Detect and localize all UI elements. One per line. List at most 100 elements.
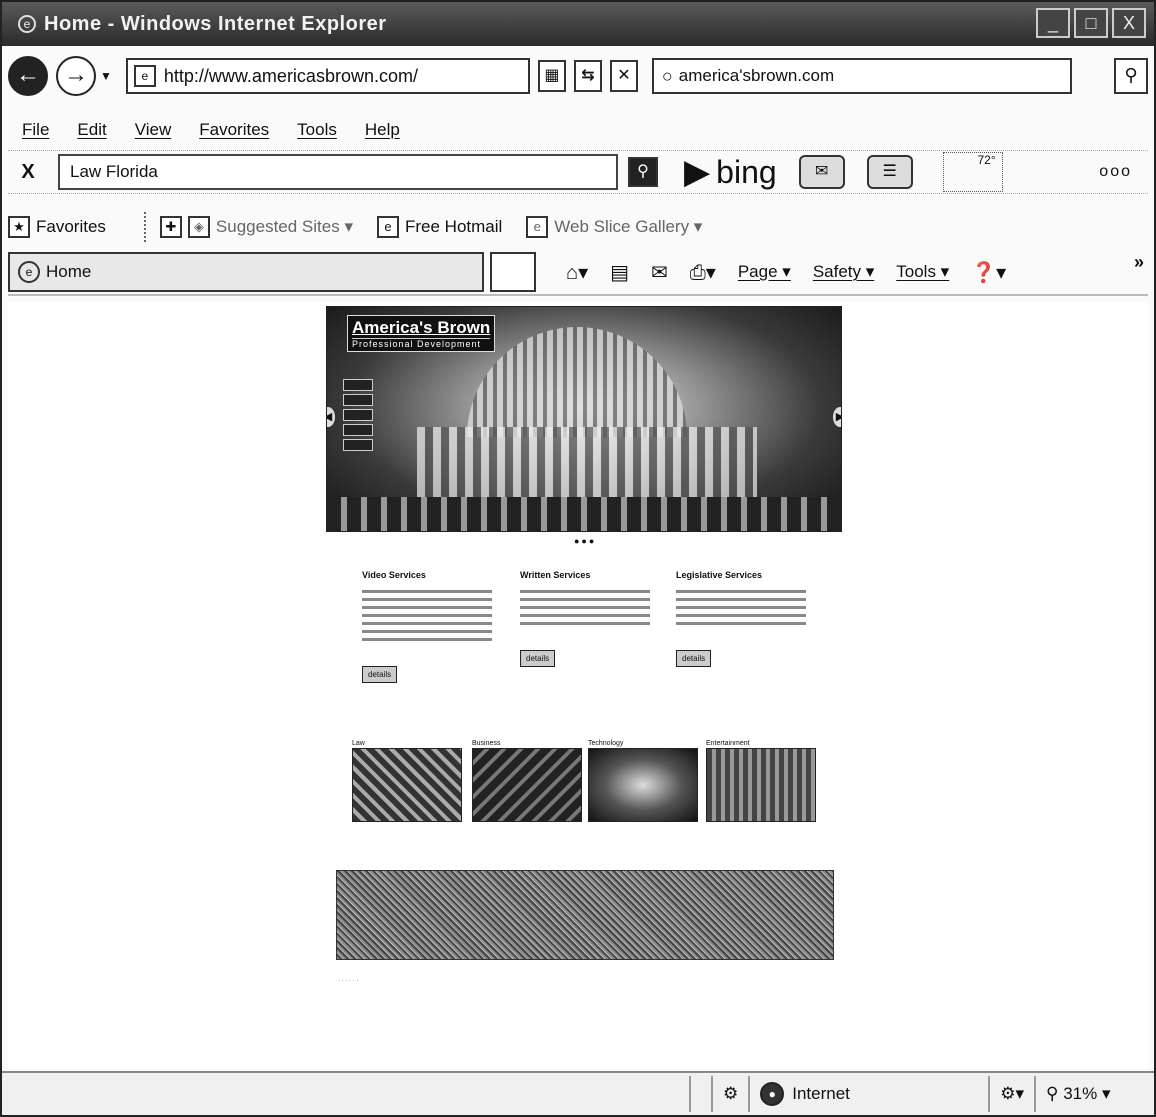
more-commands-chevron-icon[interactable]: » (1134, 252, 1144, 273)
search-icon[interactable]: ⚲ (1114, 58, 1148, 94)
compatibility-view-icon[interactable]: ▦ (537, 60, 566, 92)
text-line (520, 606, 650, 609)
hero-nav-item[interactable] (343, 394, 373, 406)
tab-home[interactable]: e Home (8, 252, 484, 292)
text-line (362, 630, 492, 633)
free-hotmail-link[interactable]: e Free Hotmail (376, 216, 502, 238)
menu-tools[interactable]: Tools (297, 120, 337, 140)
status-cell: ⚙ (710, 1076, 748, 1112)
stop-icon[interactable]: ✕ (609, 60, 638, 92)
service-column-written: Written Services details (520, 570, 650, 667)
history-dropdown-icon[interactable]: ▼ (100, 69, 112, 83)
tab-page-icon: e (18, 261, 40, 283)
favorites-button[interactable]: ★ Favorites (8, 216, 106, 238)
service-title: Legislative Services (676, 570, 763, 580)
minimize-button[interactable]: _ (1036, 8, 1070, 38)
service-details-button[interactable]: details (676, 650, 712, 667)
close-button[interactable]: X (1112, 8, 1146, 38)
addon-icon[interactable]: ⚙ (723, 1084, 738, 1104)
text-line (520, 590, 650, 593)
bing-search-input[interactable]: Law Florida (58, 154, 618, 190)
tools-menu[interactable]: Tools ▾ (896, 262, 949, 282)
title-bar: e Home - Windows Internet Explorer _ □ X (2, 2, 1154, 46)
text-line (676, 622, 806, 625)
capitol-dome (467, 327, 687, 437)
text-line (362, 622, 492, 625)
menu-help[interactable]: Help (365, 120, 400, 140)
zoom-icon: ⚲ (1046, 1084, 1059, 1103)
add-favorite-icon[interactable]: ✚ (159, 216, 182, 238)
thumbnail-image[interactable] (588, 748, 698, 822)
window-title: Home - Windows Internet Explorer (44, 12, 387, 35)
thumb-label: Law (352, 740, 365, 747)
capitol-columns (417, 427, 757, 507)
text-line (520, 622, 650, 625)
menu-favorites[interactable]: Favorites (199, 120, 269, 140)
forward-button[interactable]: → (56, 56, 96, 96)
refresh-icon[interactable]: ⇆ (573, 60, 602, 92)
thumbnail-image[interactable] (352, 748, 462, 822)
bing-search-icon[interactable]: ⚲ (628, 157, 658, 187)
more-options-icon[interactable]: ooo (1099, 163, 1132, 181)
status-bar: ⚙ ● Internet ⚙▾ ⚲ 31% ▾ (2, 1071, 1154, 1115)
search-input[interactable]: ○ america'sbrown.com (651, 58, 1072, 94)
tab-home-label: Home (46, 262, 92, 281)
mail-icon[interactable]: ✉ (798, 155, 845, 189)
hero-nav-item[interactable] (343, 409, 373, 421)
command-bar: e Home ⌂▾ ▤ ✉ ⎙▾ Page ▾ Safety ▾ Tools ▾… (8, 250, 1148, 296)
feeds-icon[interactable]: ▤ (610, 260, 629, 285)
menu-edit[interactable]: Edit (77, 120, 106, 140)
new-tab-button[interactable] (490, 252, 536, 292)
bing-logo[interactable]: ▶ bing (684, 152, 777, 192)
suggested-sites-link[interactable]: ◈ Suggested Sites ▾ (187, 216, 353, 238)
site-logo[interactable]: America's Brown Professional Development (347, 315, 496, 352)
browser-window: e Home - Windows Internet Explorer _ □ X… (0, 0, 1156, 1117)
search-value: america'sbrown.com (678, 66, 835, 85)
protected-mode-cell[interactable]: ⚙▾ (988, 1076, 1034, 1112)
service-details-button[interactable]: details (362, 666, 398, 683)
safety-menu[interactable]: Safety ▾ (813, 262, 874, 282)
text-line (362, 598, 492, 601)
ie-logo-icon: e (18, 15, 36, 33)
service-title: Written Services (520, 570, 591, 580)
text-line (676, 590, 806, 593)
menu-bar: File Edit View Favorites Tools Help (22, 120, 400, 140)
slider-dots[interactable]: ●●● (574, 536, 596, 546)
address-bar[interactable]: e http://www.americasbrown.com/ (125, 58, 530, 94)
security-zone[interactable]: ● Internet (748, 1076, 988, 1112)
menu-view[interactable]: View (135, 120, 172, 140)
weather-icon[interactable]: 72° (942, 152, 1003, 192)
service-details-button[interactable]: details (520, 650, 556, 667)
zoom-control[interactable]: ⚲ 31% ▾ (1034, 1076, 1154, 1112)
page-menu[interactable]: Page ▾ (738, 262, 791, 282)
thumb-label: Entertainment (706, 740, 750, 747)
help-icon[interactable]: ❓▾ (971, 260, 1006, 285)
print-icon[interactable]: ⎙▾ (690, 260, 716, 285)
suggested-sites-label: Suggested Sites ▾ (215, 217, 353, 236)
hero-nav-item[interactable] (343, 379, 373, 391)
home-icon[interactable]: ⌂▾ (566, 260, 588, 285)
slider-next-icon[interactable]: ▶ (833, 407, 841, 427)
page-icon: e (133, 65, 156, 87)
text-line (520, 614, 650, 617)
menu-file[interactable]: File (22, 120, 49, 140)
service-column-video: Video Services details (362, 570, 492, 683)
text-line (362, 638, 492, 641)
hero-nav-item[interactable] (343, 439, 373, 451)
thumbnail-image[interactable] (706, 748, 816, 822)
hero-nav-item[interactable] (343, 424, 373, 436)
maximize-button[interactable]: □ (1074, 8, 1108, 38)
search-provider-icon: ○ (661, 65, 673, 86)
slider-prev-icon[interactable]: ◀ (327, 407, 335, 427)
close-toolbar-button[interactable]: X (8, 161, 48, 184)
text-line (520, 598, 650, 601)
thumb-label: Technology (588, 740, 624, 747)
web-slice-gallery-link[interactable]: e Web Slice Gallery ▾ (526, 216, 702, 238)
read-mail-icon[interactable]: ✉ (651, 260, 668, 285)
protected-mode-icon: ⚙▾ (1000, 1084, 1024, 1103)
news-icon[interactable]: ☰ (866, 155, 913, 189)
status-cell (688, 1076, 711, 1112)
zoom-level: 31% (1063, 1084, 1098, 1103)
thumbnail-image[interactable] (472, 748, 582, 822)
back-button[interactable]: ← (8, 56, 48, 96)
